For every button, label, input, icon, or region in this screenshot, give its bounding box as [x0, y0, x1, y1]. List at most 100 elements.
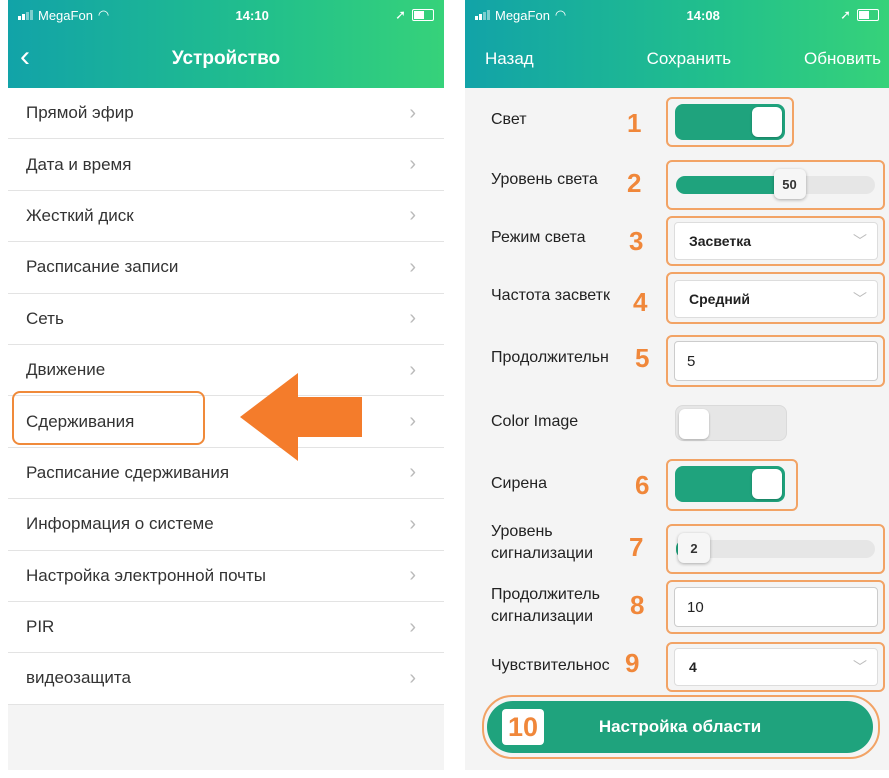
pointer-arrow-icon: [240, 373, 362, 461]
marker-2: 2: [627, 168, 642, 198]
chevron-right-icon: ›: [409, 307, 416, 330]
chevron-down-icon: ﹀: [853, 291, 867, 307]
arrow-shape: [240, 373, 362, 461]
refresh-button[interactable]: Обновить: [804, 49, 881, 69]
alarm-duration-label-line1: Продолжитель: [491, 586, 600, 603]
marker-1: 1: [627, 108, 642, 138]
menu-item-label: Движение: [26, 360, 106, 380]
menu-item[interactable]: Расписание сдерживания ›: [8, 448, 444, 500]
carrier-label: MegaFon: [495, 7, 550, 23]
marker-4: 4: [633, 287, 648, 317]
color-image-label: Color Image: [491, 413, 579, 430]
battery-icon: [856, 9, 879, 21]
select-value: 4: [689, 659, 697, 675]
header-bar: MegaFon ◠ 14:08 ➚ Назад Сохранить Обнови…: [465, 0, 889, 88]
light-level-label: Уровень света: [491, 171, 598, 188]
menu-item-label: видеозащита: [26, 668, 131, 688]
menu-item[interactable]: Настройка электронной почты ›: [8, 551, 444, 602]
menu-item-label: Сеть: [26, 308, 64, 328]
alarm-duration-input[interactable]: 10: [674, 587, 878, 627]
sensitivity-select[interactable]: 4 ﹀: [674, 648, 878, 686]
menu-item-label: Расписание записи: [26, 257, 179, 277]
flash-frequency-label: Частота засветк: [491, 287, 610, 304]
wifi-icon: ◠: [554, 7, 567, 22]
back-button[interactable]: Назад: [485, 49, 534, 69]
select-value: Средний: [689, 291, 751, 307]
menu-item[interactable]: видеозащита ›: [8, 653, 444, 705]
menu-item-label: Расписание сдерживания: [26, 462, 230, 482]
carrier-label: MegaFon: [38, 7, 93, 23]
light-mode-label: Режим света: [491, 229, 586, 246]
chevron-right-icon: ›: [409, 461, 416, 484]
page-title: Устройство: [171, 48, 281, 69]
menu-item[interactable]: Информация о системе ›: [8, 499, 444, 551]
nav-bar: ‹ Устройство: [8, 30, 444, 88]
sensitivity-label: Чувствительнос: [491, 657, 610, 674]
menu-item[interactable]: Дата и время ›: [8, 139, 444, 191]
marker-6: 6: [635, 470, 650, 500]
device-settings-screen: MegaFon ◠ 14:10 ➚ ‹ Устройство Прямой эф…: [8, 0, 444, 770]
location-icon: ➚: [840, 7, 851, 22]
back-chevron-icon[interactable]: ‹: [20, 42, 30, 72]
slider-thumb[interactable]: 2: [677, 533, 710, 563]
area-settings-button[interactable]: Настройка области: [487, 701, 873, 753]
status-bar: MegaFon ◠ 14:10 ➚: [8, 0, 444, 30]
slider-thumb[interactable]: 50: [773, 169, 806, 199]
chevron-right-icon: ›: [409, 564, 416, 587]
light-mode-select[interactable]: Засветка ﹀: [674, 222, 878, 260]
light-toggle[interactable]: [675, 104, 785, 140]
menu-item[interactable]: Прямой эфир ›: [8, 88, 444, 140]
marker-9: 9: [625, 648, 640, 678]
siren-label: Сирена: [491, 475, 548, 492]
duration-label: Продолжительн: [491, 349, 609, 366]
chevron-right-icon: ›: [409, 204, 416, 227]
carrier-info: MegaFon ◠: [475, 7, 566, 23]
chevron-right-icon: ›: [409, 153, 416, 176]
save-button[interactable]: Сохранить: [647, 49, 731, 69]
menu-item-label: Настройка электронной почты: [26, 565, 267, 585]
menu-item[interactable]: Сеть ›: [8, 294, 444, 345]
slider-fill: [676, 176, 780, 194]
menu-item-label: PIR: [26, 617, 55, 637]
signal-icon: [18, 10, 33, 20]
siren-toggle[interactable]: [675, 466, 785, 502]
status-time: 14:08: [686, 7, 720, 23]
color-image-toggle[interactable]: [675, 405, 787, 441]
duration-input[interactable]: 5: [674, 341, 878, 381]
menu-item[interactable]: Движение ›: [8, 345, 444, 397]
chevron-down-icon: ﹀: [853, 659, 867, 675]
chevron-down-icon: ﹀: [853, 233, 867, 249]
wifi-icon: ◠: [97, 7, 110, 22]
status-time: 14:10: [235, 7, 269, 23]
menu-item[interactable]: Расписание записи ›: [8, 242, 444, 294]
chevron-right-icon: ›: [409, 615, 416, 638]
toggle-knob: [679, 409, 709, 439]
menu-item-label: Дата и время: [26, 154, 132, 174]
marker-8: 8: [630, 590, 645, 620]
marker-3: 3: [629, 226, 644, 256]
chevron-right-icon: ›: [409, 255, 416, 278]
menu-item[interactable]: Жесткий диск ›: [8, 191, 444, 243]
alarm-duration-label: Продолжитель сигнализации: [491, 584, 600, 628]
carrier-info: MegaFon ◠: [18, 7, 109, 23]
status-bar: MegaFon ◠ 14:08 ➚: [465, 0, 889, 30]
marker-5: 5: [635, 343, 650, 373]
toggle-knob: [752, 107, 782, 137]
status-right: ➚: [395, 7, 434, 23]
location-icon: ➚: [395, 7, 406, 22]
menu-item[interactable]: PIR ›: [8, 602, 444, 654]
alarm-level-label: Уровень сигнализации: [491, 521, 593, 565]
alarm-level-label-line2: сигнализации: [491, 545, 594, 562]
deterrence-settings-screen: MegaFon ◠ 14:08 ➚ Назад Сохранить Обнови…: [465, 0, 889, 770]
light-level-slider[interactable]: 50: [676, 169, 875, 199]
signal-icon: [475, 10, 490, 20]
flash-frequency-select[interactable]: Средний ﹀: [674, 280, 878, 318]
header-bar: MegaFon ◠ 14:10 ➚ ‹ Устройство: [8, 0, 444, 88]
toggle-knob: [752, 469, 782, 499]
status-right: ➚: [840, 7, 879, 23]
alarm-level-slider[interactable]: 2: [676, 533, 875, 563]
select-value: Засветка: [689, 233, 752, 249]
highlight-box: [12, 391, 205, 445]
alarm-level-label-line1: Уровень: [491, 523, 553, 540]
chevron-right-icon: ›: [409, 358, 416, 381]
